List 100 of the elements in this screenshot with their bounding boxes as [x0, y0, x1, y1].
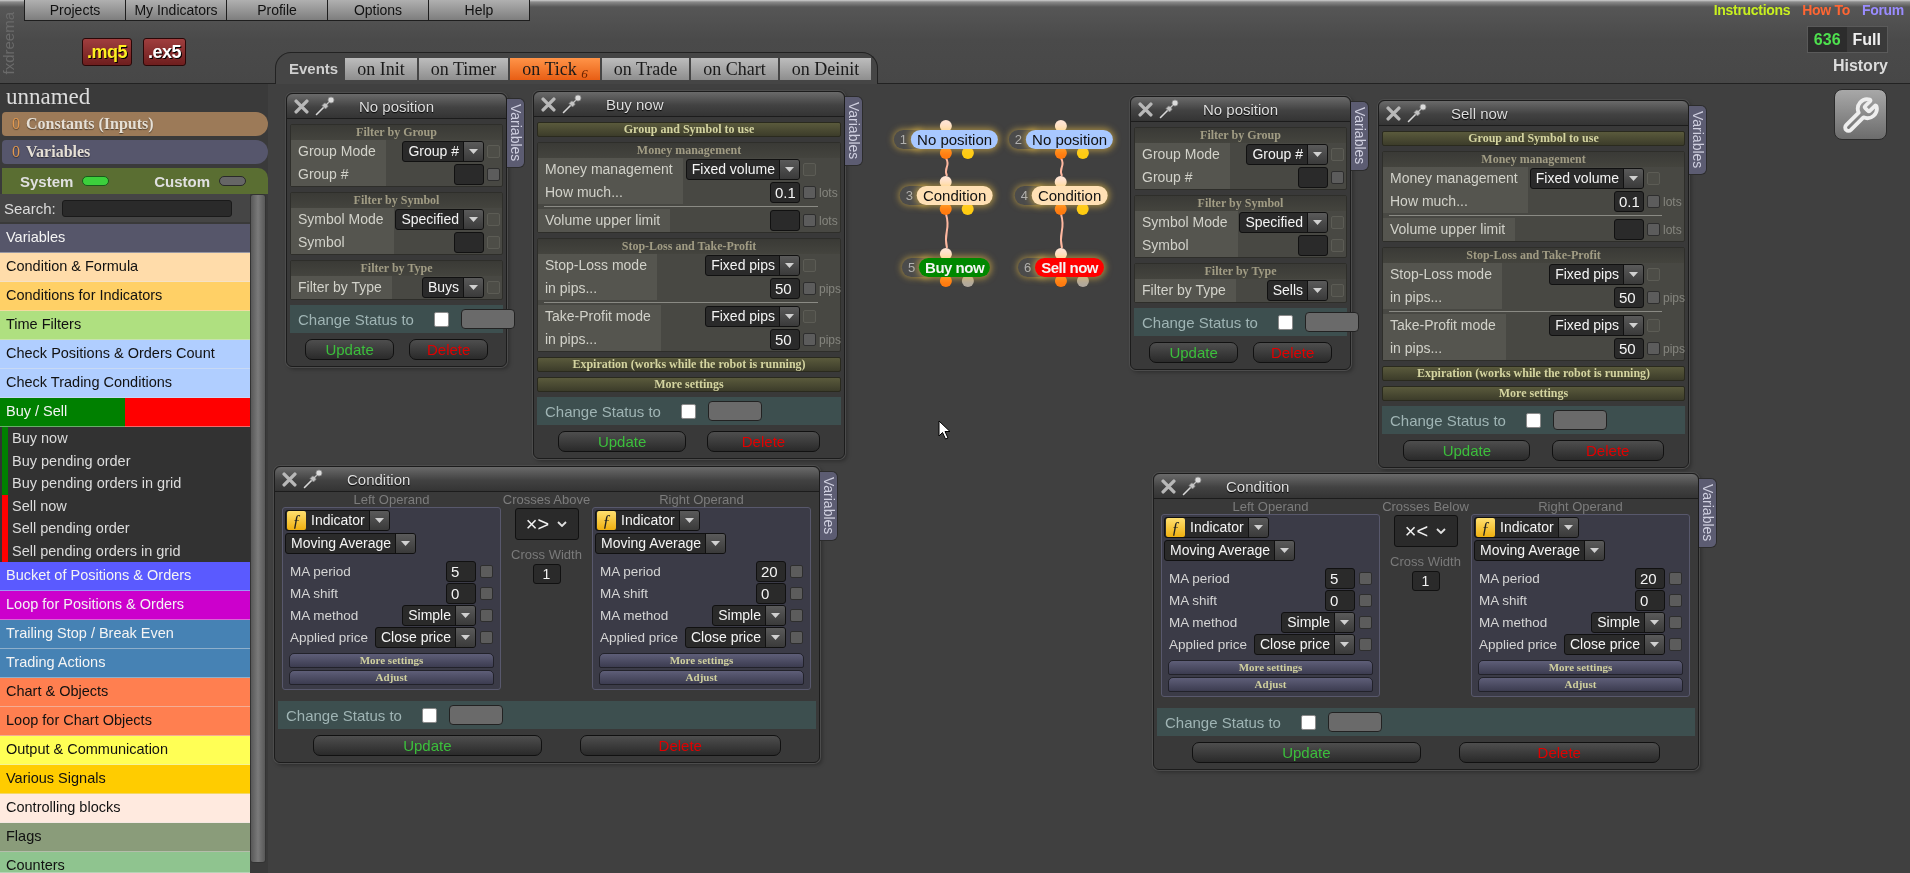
close-icon[interactable]	[282, 471, 297, 487]
checkbox[interactable]	[1647, 342, 1660, 355]
value-input[interactable]: 5	[446, 560, 476, 582]
flow-node[interactable]: Sell now	[1035, 258, 1105, 277]
flow-node[interactable]: No position	[1026, 130, 1114, 149]
value-input[interactable]: 50	[770, 329, 800, 350]
status-field[interactable]	[1552, 410, 1607, 430]
moving-average-dropdown[interactable]: Moving Average	[1164, 540, 1296, 561]
section-heading[interactable]: Filter by Group	[291, 125, 502, 140]
checkbox[interactable]	[1647, 223, 1660, 236]
full-button[interactable]: Full	[1846, 27, 1887, 52]
value-input[interactable]: 0	[446, 582, 476, 604]
update-button[interactable]: Update	[1192, 742, 1421, 763]
checkbox[interactable]	[480, 630, 493, 644]
update-button[interactable]: Update	[313, 735, 542, 756]
pin-icon[interactable]	[1407, 103, 1427, 123]
value-input[interactable]: 0	[1325, 589, 1355, 611]
status-field[interactable]	[1304, 312, 1359, 332]
scope-toggle[interactable]: System	[20, 172, 110, 190]
category-item[interactable]: Time Filters	[0, 311, 250, 340]
menu-tab[interactable]: Help	[428, 0, 530, 21]
block-list-item[interactable]: Sell pending orders in grid	[0, 539, 250, 562]
checkbox[interactable]	[790, 586, 803, 600]
category-item[interactable]: Buy / Sell	[0, 398, 250, 427]
operand-option-button[interactable]: Adjust	[1478, 677, 1683, 692]
section-heading[interactable]: Stop-Loss and Take-Profit	[1383, 248, 1684, 263]
category-item[interactable]: Conditions for Indicators	[0, 282, 250, 311]
block-list-item[interactable]: Sell pending order	[0, 517, 250, 540]
checkbox[interactable]	[803, 186, 816, 199]
checkbox[interactable]	[433, 311, 449, 327]
category-item[interactable]: Flags	[0, 823, 250, 852]
source-type-dropdown[interactable]: ƒ Indicator	[285, 510, 390, 531]
checkbox[interactable]	[1277, 314, 1293, 330]
search-field[interactable]	[61, 199, 232, 217]
dropdown[interactable]: Simple	[712, 604, 786, 626]
category-item[interactable]: Trailing Stop / Break Even	[0, 620, 250, 649]
checkbox[interactable]	[1647, 291, 1660, 304]
category-item[interactable]: Check Trading Conditions	[0, 369, 250, 398]
status-field[interactable]	[448, 705, 503, 725]
header-link[interactable]: Instructions	[1713, 2, 1791, 18]
category-item[interactable]: Output & Communication	[0, 736, 250, 765]
checkbox[interactable]	[480, 564, 493, 578]
operand-option-button[interactable]: Adjust	[599, 670, 804, 685]
checkbox[interactable]	[1669, 615, 1682, 629]
checkbox[interactable]	[1359, 571, 1372, 585]
cross-width-input[interactable]: 1	[1411, 571, 1440, 591]
menu-tab[interactable]: My Indicators	[125, 0, 227, 21]
menu-tab[interactable]: Projects	[24, 0, 126, 21]
moving-average-dropdown[interactable]: Moving Average	[285, 533, 417, 554]
section-heading[interactable]: Money management	[538, 143, 840, 158]
menu-tab[interactable]: Profile	[226, 0, 328, 21]
dropdown[interactable]: Simple	[1591, 611, 1665, 633]
checkbox[interactable]	[1359, 637, 1372, 651]
value-input[interactable]	[1298, 235, 1328, 256]
block-list-item[interactable]: Sell now	[0, 494, 250, 517]
value-input[interactable]: 50	[1614, 287, 1644, 308]
block-list-item[interactable]: Buy now	[0, 427, 250, 450]
checkbox[interactable]	[1359, 615, 1372, 629]
value-input[interactable]	[770, 210, 800, 231]
variables-tab[interactable]: Variables	[1699, 478, 1717, 548]
checkbox[interactable]	[1669, 637, 1682, 651]
category-item[interactable]: Check Positions & Orders Count	[0, 340, 250, 369]
operand-option-button[interactable]: More settings	[599, 653, 804, 668]
checkbox[interactable]	[487, 168, 500, 181]
value-input[interactable]	[1298, 167, 1328, 188]
checkbox[interactable]	[680, 403, 696, 419]
moving-average-dropdown[interactable]: Moving Average	[1474, 540, 1606, 561]
section-heading[interactable]: Filter by Symbol	[291, 193, 502, 208]
flow-node[interactable]: Buy now	[919, 258, 991, 277]
checkbox[interactable]	[790, 608, 803, 622]
value-input[interactable]: 0.1	[1614, 191, 1644, 212]
checkbox[interactable]	[790, 630, 803, 644]
value-input[interactable]: 0	[1635, 589, 1665, 611]
variables-tab[interactable]: Variables	[1351, 101, 1369, 171]
checkbox[interactable]	[421, 707, 437, 723]
flow-node[interactable]: Condition	[916, 186, 993, 205]
update-button[interactable]: Update	[1148, 342, 1239, 363]
pin-icon[interactable]	[1159, 99, 1179, 119]
value-input[interactable]: 20	[756, 560, 786, 582]
dropdown[interactable]: Close price	[684, 626, 786, 648]
close-icon[interactable]	[1386, 105, 1401, 121]
section-heading[interactable]: Filter by Type	[1135, 264, 1346, 279]
history-link[interactable]: History	[1832, 57, 1888, 75]
section-header[interactable]: Group and Symbol to use	[1382, 131, 1685, 146]
variables-tab[interactable]: Variables	[507, 98, 525, 168]
category-item[interactable]: Condition & Formula	[0, 253, 250, 282]
category-item[interactable]: Bucket of Positions & Orders	[0, 562, 250, 591]
operand-option-button[interactable]: Adjust	[1168, 677, 1373, 692]
section-header[interactable]: More settings	[537, 377, 841, 392]
section-header[interactable]: Group and Symbol to use	[537, 122, 841, 137]
section-heading[interactable]: Money management	[1383, 152, 1684, 167]
file-export-button[interactable]: .mq5	[82, 38, 132, 66]
value-input[interactable]: 50	[770, 278, 800, 299]
scrollbar[interactable]	[250, 194, 266, 863]
value-input[interactable]	[1614, 219, 1644, 240]
moving-average-dropdown[interactable]: Moving Average	[595, 533, 727, 554]
dropdown[interactable]: Close price	[1253, 633, 1355, 655]
checkbox[interactable]	[480, 586, 493, 600]
tools-button[interactable]	[1834, 89, 1887, 140]
source-type-dropdown[interactable]: ƒ Indicator	[1164, 517, 1269, 538]
